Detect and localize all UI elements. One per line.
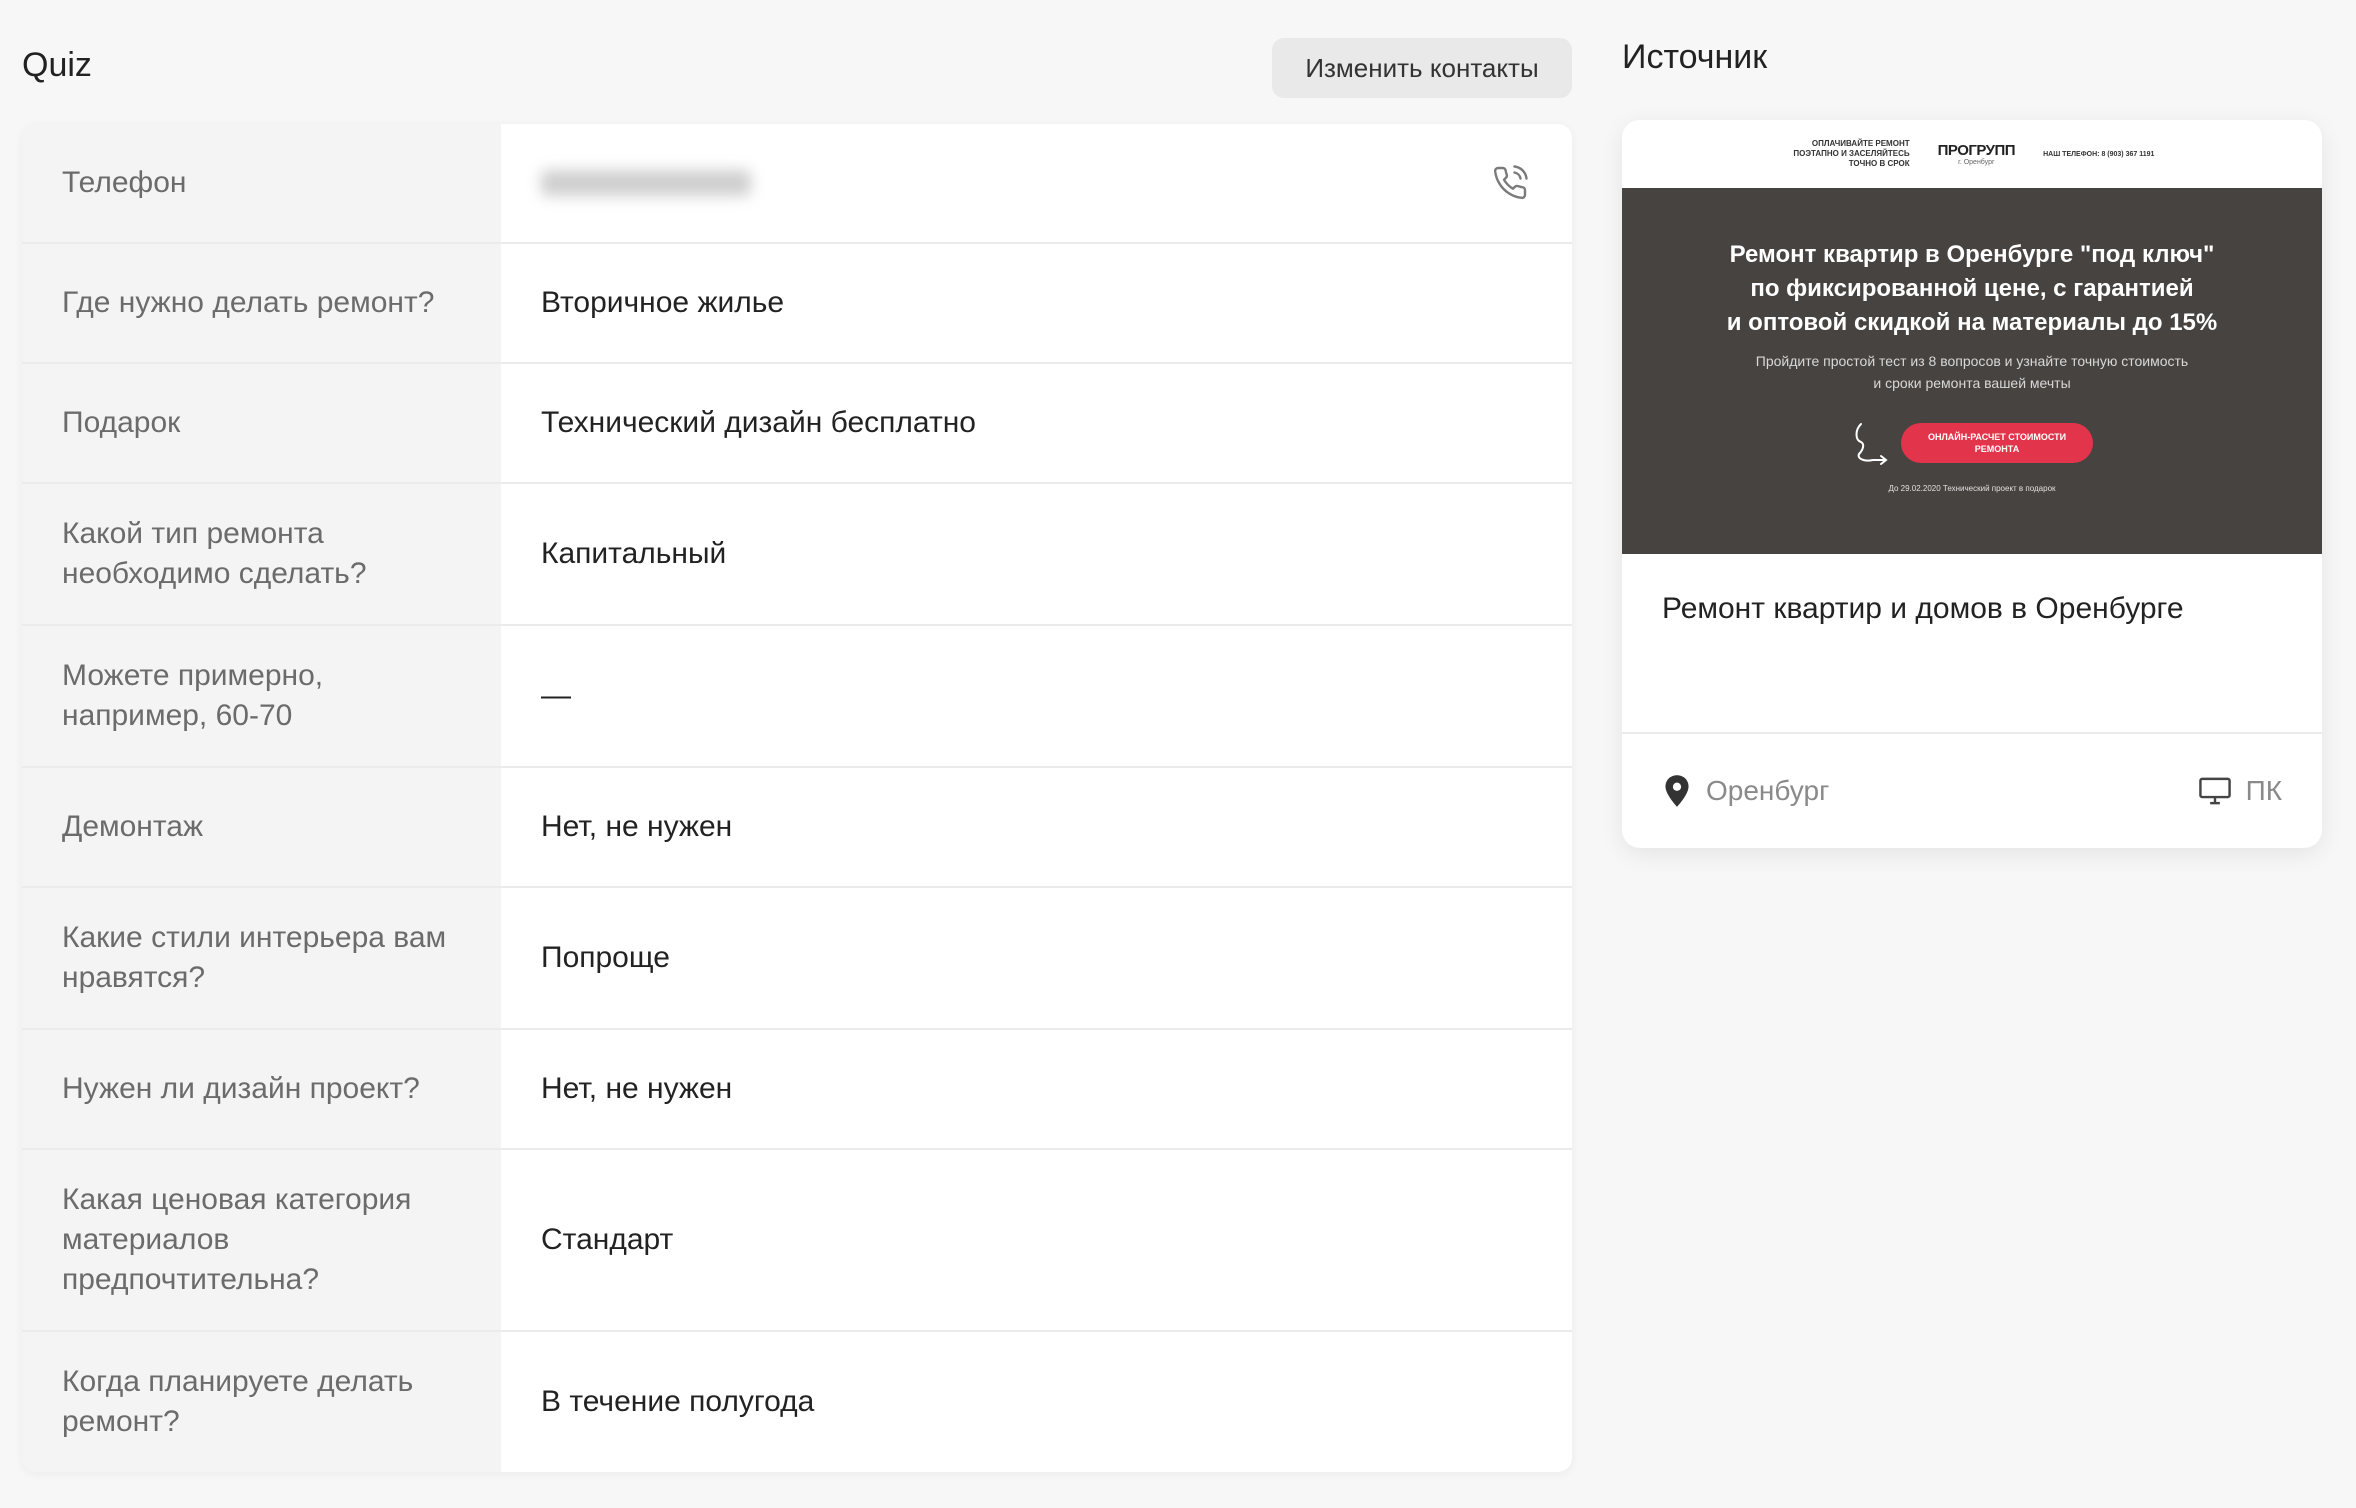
row-answer: Технический дизайн бесплатно <box>541 406 976 439</box>
source-card-title: Ремонт квартир и домов в Оренбурге <box>1622 554 2322 734</box>
table-row: Демонтаж Нет, не нужен <box>22 768 1572 888</box>
table-row: Подарок Технический дизайн бесплатно <box>22 364 1572 484</box>
page-title: Quiz <box>22 46 92 84</box>
monitor-icon <box>2198 777 2231 805</box>
row-question: Нужен ли дизайн проект? <box>22 1030 501 1148</box>
location-city: Оренбург <box>1706 775 1830 806</box>
row-question: Когда планируете делать ремонт? <box>22 1332 501 1472</box>
preview-headline: Ремонт квартир в Оренбурге "под ключ" по… <box>1726 241 2218 336</box>
row-question: Можете примерно, например, 60-70 <box>22 626 501 766</box>
preview-hero: Ремонт квартир в Оренбурге "под ключ" по… <box>1622 188 2322 554</box>
row-answer: — <box>541 679 571 712</box>
table-row-phone: Телефон <box>22 124 1572 244</box>
table-row: Нужен ли дизайн проект? Нет, не нужен <box>22 1030 1572 1150</box>
curved-arrow-icon <box>1855 423 1888 465</box>
row-answer: Нет, не нужен <box>541 1072 733 1105</box>
edit-contacts-button[interactable]: Изменить контакты <box>1272 38 1572 98</box>
preview-logo: ПРОГРУПП г. Оренбург <box>1937 142 2016 166</box>
row-question: Какая ценовая категория материалов предп… <box>22 1150 501 1330</box>
preview-phone: НАШ ТЕЛЕФОН: 8 (903) 367 1191 <box>2043 150 2155 158</box>
row-answer: Вторичное жилье <box>541 286 785 319</box>
source-card-footer: Оренбург ПК <box>1622 734 2322 848</box>
row-answer: Нет, не нужен <box>541 810 733 843</box>
table-row: Можете примерно, например, 60-70 — <box>22 626 1572 768</box>
row-answer: Стандарт <box>541 1223 674 1256</box>
landing-preview[interactable]: ОПЛАЧИВАЙТЕ РЕМОНТ ПОЭТАПНО И ЗАСЕЛЯЙТЕС… <box>1622 120 2322 554</box>
row-question: Где нужно делать ремонт? <box>22 244 501 362</box>
preview-logo-city: г. Оренбург <box>1958 159 1995 166</box>
source-title: Источник <box>1622 38 1768 76</box>
preview-slogan: ОПЛАЧИВАЙТЕ РЕМОНТ ПОЭТАПНО И ЗАСЕЛЯЙТЕС… <box>1793 139 1910 168</box>
location-meta: Оренбург <box>1662 774 1829 808</box>
phone-call-icon[interactable] <box>1492 165 1528 201</box>
row-answer: В течение полугода <box>541 1385 815 1418</box>
row-answer: Попроще <box>541 941 670 974</box>
quiz-table: Телефон Где нужно делать ремонт? Вторичн… <box>22 124 1572 1472</box>
quiz-panel: Quiz Изменить контакты Телефон Где нужно… <box>22 38 1572 1472</box>
row-question: Какой тип ремонта необходимо сделать? <box>22 484 501 624</box>
table-row: Где нужно делать ремонт? Вторичное жилье <box>22 244 1572 364</box>
table-row: Какая ценовая категория материалов предп… <box>22 1150 1572 1332</box>
preview-cta-row: ОНЛАЙН-РАСЧЕТ СТОИМОСТИ РЕМОНТА <box>1622 420 2322 466</box>
row-answer <box>501 124 1572 242</box>
preview-note: До 29.02.2020 Технический проект в подар… <box>1888 484 2056 493</box>
row-question: Демонтаж <box>22 768 501 886</box>
device-meta: ПК <box>2198 775 2282 807</box>
row-question: Телефон <box>22 124 501 242</box>
preview-topbar: ОПЛАЧИВАЙТЕ РЕМОНТ ПОЭТАПНО И ЗАСЕЛЯЙТЕС… <box>1622 120 2322 188</box>
blurred-phone-number <box>541 170 751 196</box>
location-pin-icon <box>1665 775 1689 807</box>
preview-cta-button[interactable]: ОНЛАЙН-РАСЧЕТ СТОИМОСТИ РЕМОНТА <box>1901 423 2093 463</box>
row-answer: Капитальный <box>541 537 727 570</box>
source-panel: Источник ОПЛАЧИВАЙТЕ РЕМОНТ ПОЭТАПНО И З… <box>1622 38 2322 848</box>
quiz-header: Quiz Изменить контакты <box>22 38 1572 98</box>
source-card[interactable]: ОПЛАЧИВАЙТЕ РЕМОНТ ПОЭТАПНО И ЗАСЕЛЯЙТЕС… <box>1622 120 2322 848</box>
preview-subline: Пройдите простой тест из 8 вопросов и уз… <box>1755 353 2189 391</box>
row-question: Подарок <box>22 364 501 482</box>
table-row: Какой тип ремонта необходимо сделать? Ка… <box>22 484 1572 626</box>
preview-logo-text: ПРОГРУПП <box>1937 142 2016 159</box>
table-row: Когда планируете делать ремонт? В течени… <box>22 1332 1572 1472</box>
row-question: Какие стили интерьера вам нравятся? <box>22 888 501 1028</box>
table-row: Какие стили интерьера вам нравятся? Попр… <box>22 888 1572 1030</box>
device-type: ПК <box>2245 775 2282 806</box>
